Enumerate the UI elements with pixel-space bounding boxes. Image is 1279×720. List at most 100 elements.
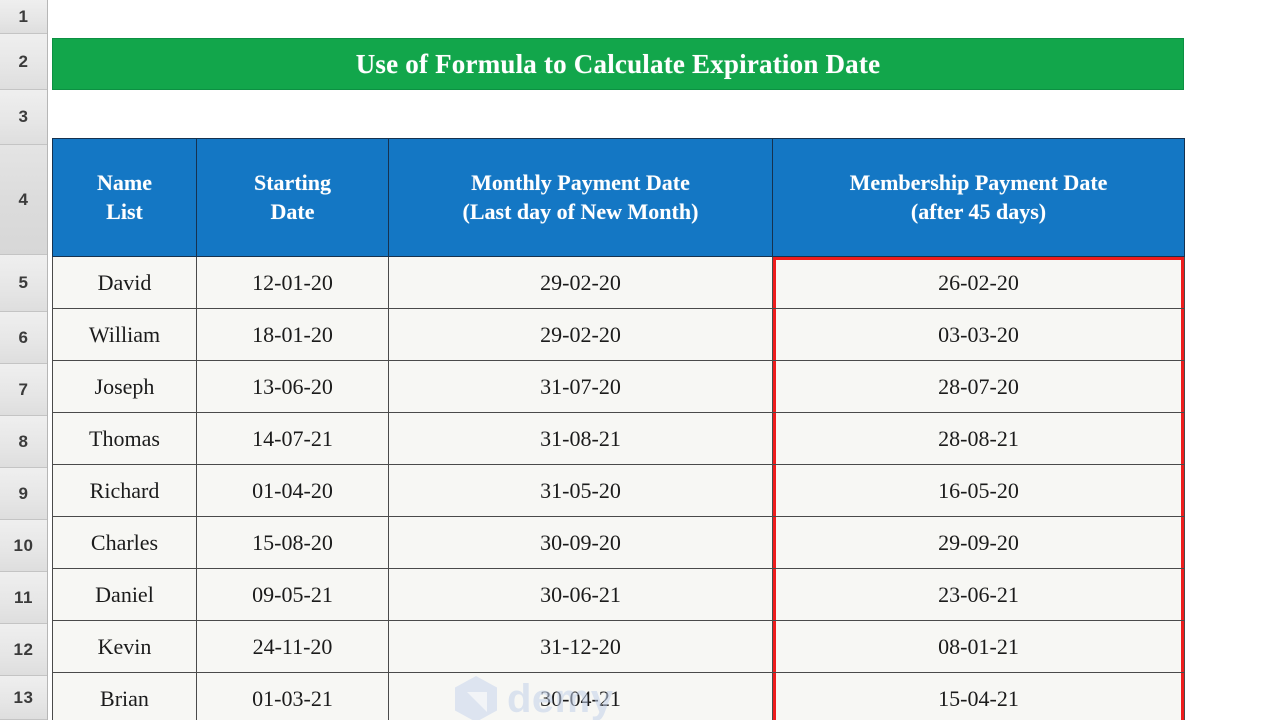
cell-membership-payment-date-value: 28-08-21 — [938, 425, 1019, 451]
table-row: Richard 01-04-20 31-05-20 16-05-20 — [52, 464, 1185, 517]
column-header-line2: List — [106, 198, 143, 224]
row-header-2[interactable]: 2 — [0, 34, 47, 90]
cell-starting-date[interactable]: 24-11-20 — [196, 620, 389, 673]
cell-membership-payment-date-value: 23-06-21 — [938, 581, 1019, 607]
row-header-8[interactable]: 8 — [0, 416, 47, 468]
row-header-label: 10 — [13, 535, 34, 555]
cell-starting-date[interactable]: 01-03-21 — [196, 672, 389, 720]
cell-name[interactable]: Charles — [52, 516, 197, 569]
column-header-line1: Starting — [254, 170, 331, 196]
row-header-gutter: 1 2 3 4 5 6 7 8 9 10 11 12 13 — [0, 0, 48, 720]
column-header-name-list[interactable]: Name List — [52, 138, 197, 257]
table-row: Brian 01-03-21 30-04-21 15-04-21 — [52, 672, 1185, 720]
column-header-membership-payment-date[interactable]: Membership Payment Date (after 45 days) — [772, 138, 1185, 257]
cell-starting-date[interactable]: 15-08-20 — [196, 516, 389, 569]
cell-starting-date-value: 14-07-21 — [252, 425, 333, 451]
cell-starting-date[interactable]: 01-04-20 — [196, 464, 389, 517]
cell-starting-date-value: 09-05-21 — [252, 581, 333, 607]
row-header-7[interactable]: 7 — [0, 364, 47, 416]
cell-monthly-payment-date[interactable]: 30-09-20 — [388, 516, 773, 569]
cell-monthly-payment-date[interactable]: 29-02-20 — [388, 308, 773, 361]
cell-membership-payment-date[interactable]: 08-01-21 — [772, 620, 1185, 673]
row-header-5[interactable]: 5 — [0, 255, 47, 312]
row-header-6[interactable]: 6 — [0, 312, 47, 364]
cell-monthly-payment-date[interactable]: 30-06-21 — [388, 568, 773, 621]
cell-name[interactable]: Joseph — [52, 360, 197, 413]
row-header-4[interactable]: 4 — [0, 145, 47, 255]
cell-starting-date-value: 13-06-20 — [252, 373, 333, 399]
cell-name[interactable]: Brian — [52, 672, 197, 720]
row-header-1[interactable]: 1 — [0, 0, 47, 34]
cell-name[interactable]: Daniel — [52, 568, 197, 621]
cell-membership-payment-date[interactable]: 28-08-21 — [772, 412, 1185, 465]
row-header-label: 4 — [18, 189, 29, 209]
cell-membership-payment-date[interactable]: 29-09-20 — [772, 516, 1185, 569]
column-header-monthly-payment-date[interactable]: Monthly Payment Date (Last day of New Mo… — [388, 138, 773, 257]
table-row: David 12-01-20 29-02-20 26-02-20 — [52, 256, 1185, 309]
table-body: David 12-01-20 29-02-20 26-02-20 William 18-0… — [52, 256, 1185, 720]
cell-membership-payment-date-value: 16-05-20 — [938, 477, 1019, 503]
cell-name-value: Kevin — [97, 633, 152, 659]
cell-name[interactable]: Kevin — [52, 620, 197, 673]
row-header-10[interactable]: 10 — [0, 520, 47, 572]
row-header-label: 3 — [18, 107, 29, 126]
cell-membership-payment-date-value: 15-04-21 — [938, 685, 1019, 711]
cell-monthly-payment-date[interactable]: 31-05-20 — [388, 464, 773, 517]
row-header-13[interactable]: 13 — [0, 676, 47, 720]
row-header-11[interactable]: 11 — [0, 572, 47, 624]
cell-starting-date-value: 01-04-20 — [252, 477, 333, 503]
title-banner-cell[interactable]: Use of Formula to Calculate Expiration D… — [52, 38, 1184, 90]
cell-membership-payment-date[interactable]: 28-07-20 — [772, 360, 1185, 413]
cell-name[interactable]: William — [52, 308, 197, 361]
table-header-row: Name List Starting Date Monthly Payment … — [52, 138, 1185, 257]
row-header-label: 7 — [18, 379, 29, 399]
row-header-9[interactable]: 9 — [0, 468, 47, 520]
cell-name-value: Brian — [100, 685, 149, 711]
cell-monthly-payment-date-value: 31-05-20 — [540, 477, 621, 503]
row-header-label: 2 — [18, 51, 29, 71]
cell-monthly-payment-date[interactable]: 31-08-21 — [388, 412, 773, 465]
cell-name-value: Thomas — [89, 425, 160, 451]
cell-membership-payment-date[interactable]: 23-06-21 — [772, 568, 1185, 621]
cell-membership-payment-date[interactable]: 03-03-20 — [772, 308, 1185, 361]
cell-membership-payment-date-value: 08-01-21 — [938, 633, 1019, 659]
cell-name[interactable]: David — [52, 256, 197, 309]
row-header-label: 8 — [18, 431, 29, 451]
cell-name-value: Joseph — [94, 373, 155, 399]
table-row: Thomas 14-07-21 31-08-21 28-08-21 — [52, 412, 1185, 465]
cell-starting-date[interactable]: 13-06-20 — [196, 360, 389, 413]
cell-monthly-payment-date[interactable]: 30-04-21 — [388, 672, 773, 720]
cell-name-value: William — [88, 321, 161, 347]
table-row: Kevin 24-11-20 31-12-20 08-01-21 — [52, 620, 1185, 673]
cell-monthly-payment-date-value: 30-09-20 — [540, 529, 621, 555]
column-header-line1: Monthly Payment Date — [471, 170, 690, 196]
cell-monthly-payment-date[interactable]: 29-02-20 — [388, 256, 773, 309]
row-header-12[interactable]: 12 — [0, 624, 47, 676]
cell-starting-date-value: 01-03-21 — [252, 685, 333, 711]
cell-starting-date-value: 12-01-20 — [252, 269, 333, 295]
column-header-starting-date[interactable]: Starting Date — [196, 138, 389, 257]
cell-starting-date[interactable]: 12-01-20 — [196, 256, 389, 309]
cell-monthly-payment-date-value: 31-08-21 — [540, 425, 621, 451]
cell-name[interactable]: Thomas — [52, 412, 197, 465]
table-row: William 18-01-20 29-02-20 03-03-20 — [52, 308, 1185, 361]
cell-monthly-payment-date-value: 29-02-20 — [540, 321, 621, 347]
column-header-line2: (after 45 days) — [910, 198, 1047, 224]
row-header-3[interactable]: 3 — [0, 90, 47, 145]
row-header-label: 9 — [18, 483, 29, 503]
row-header-label: 6 — [18, 327, 29, 347]
cell-membership-payment-date-value: 29-09-20 — [938, 529, 1019, 555]
cell-starting-date[interactable]: 09-05-21 — [196, 568, 389, 621]
cell-monthly-payment-date-value: 30-06-21 — [540, 581, 621, 607]
row-header-label: 5 — [18, 273, 29, 292]
cell-membership-payment-date[interactable]: 15-04-21 — [772, 672, 1185, 720]
cell-name[interactable]: Richard — [52, 464, 197, 517]
cell-starting-date[interactable]: 14-07-21 — [196, 412, 389, 465]
cell-monthly-payment-date[interactable]: 31-12-20 — [388, 620, 773, 673]
cell-membership-payment-date[interactable]: 16-05-20 — [772, 464, 1185, 517]
cell-starting-date[interactable]: 18-01-20 — [196, 308, 389, 361]
cell-monthly-payment-date[interactable]: 31-07-20 — [388, 360, 773, 413]
cell-membership-payment-date-value: 03-03-20 — [938, 321, 1019, 347]
cell-name-value: David — [97, 269, 152, 295]
cell-membership-payment-date[interactable]: 26-02-20 — [772, 256, 1185, 309]
